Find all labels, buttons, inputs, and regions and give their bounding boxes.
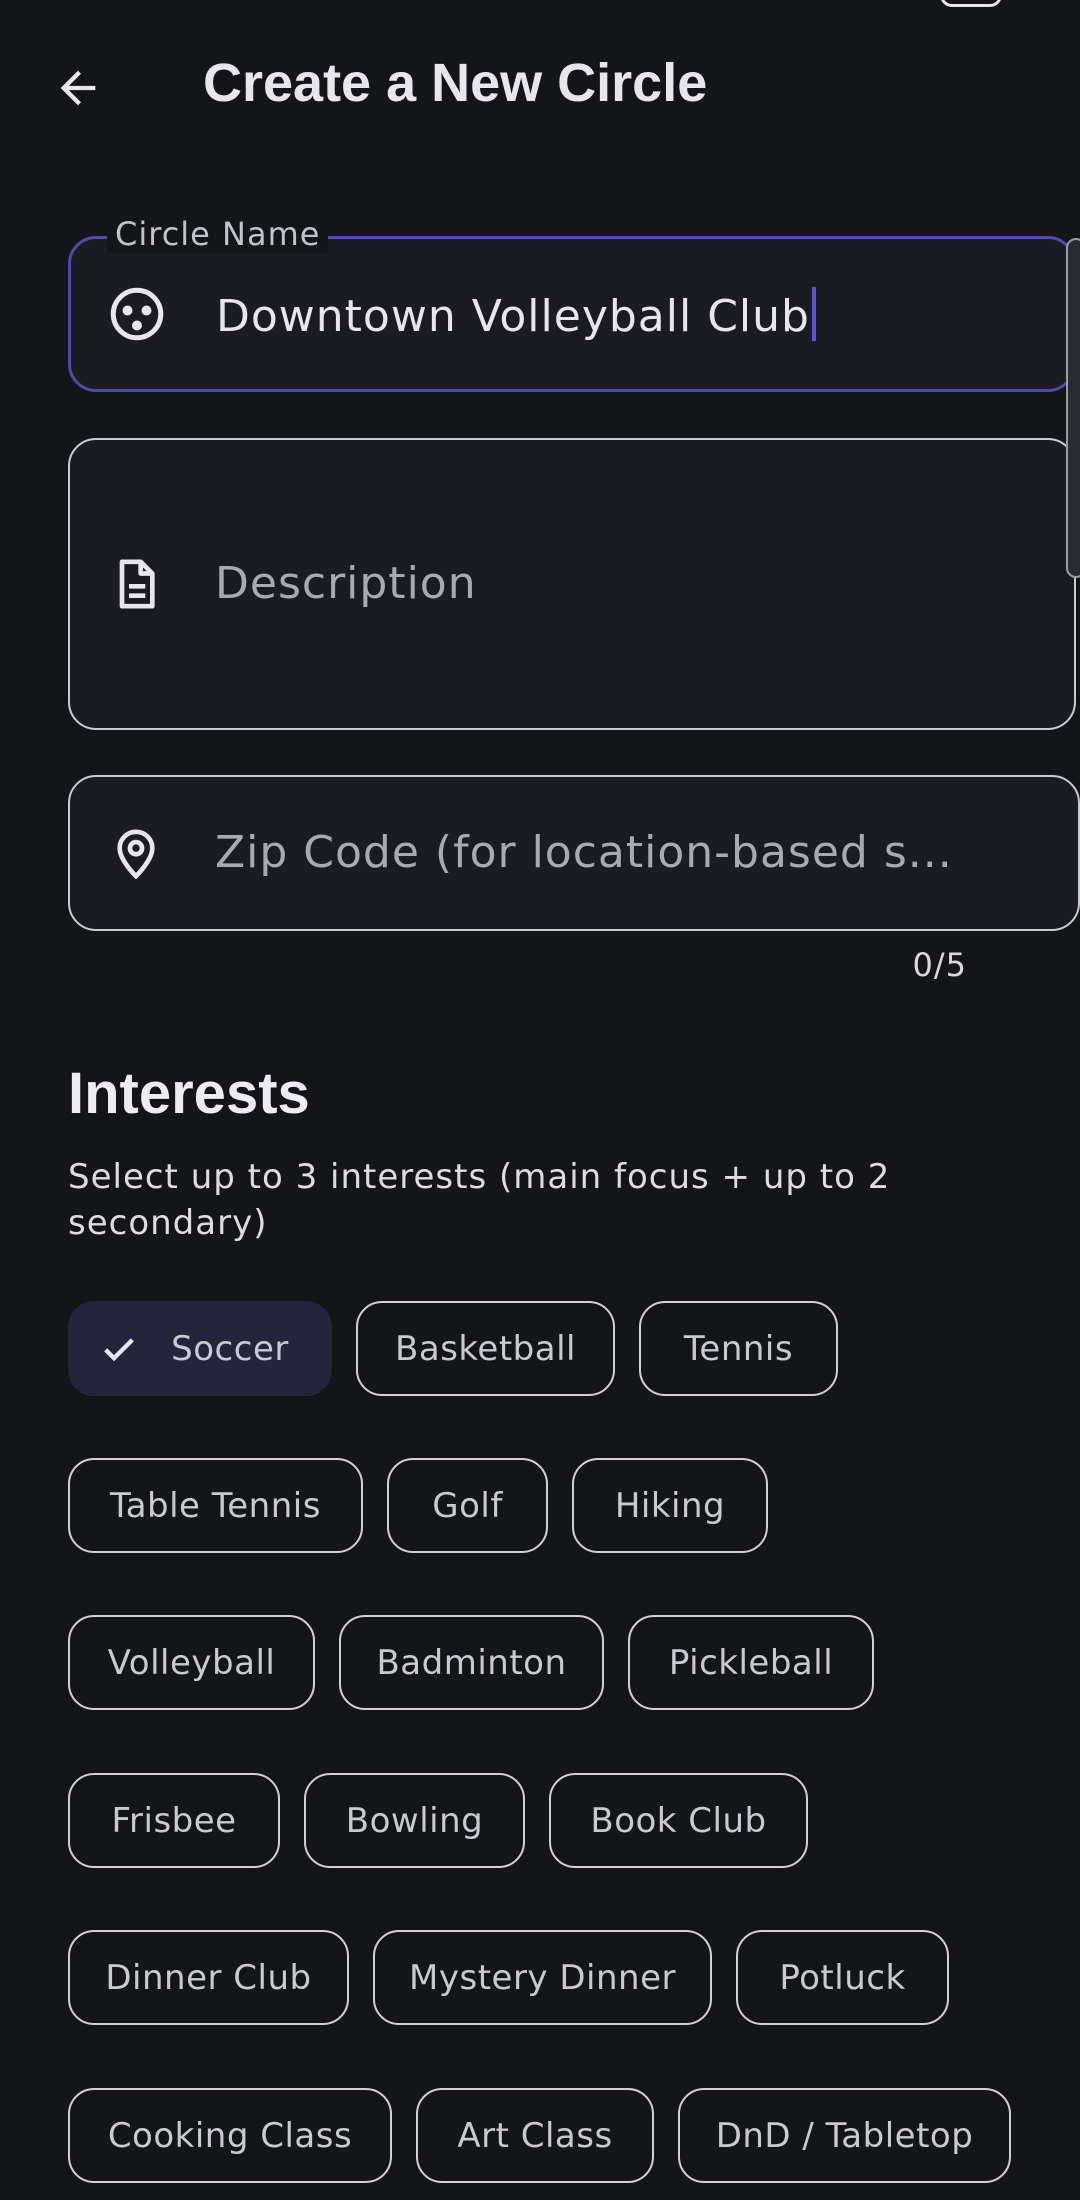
chip-label: Pickleball [668,1642,834,1683]
interests-description: Select up to 3 interests (main focus + u… [68,1157,891,1243]
chip-label: Soccer [171,1328,289,1369]
chip-soccer[interactable]: Soccer [68,1301,332,1396]
chip-golf[interactable]: Golf [387,1458,548,1553]
chip-label: Dinner Club [105,1957,312,1998]
chip-label: Volleyball [107,1642,276,1683]
chip-bowling[interactable]: Bowling [304,1773,525,1868]
description-field[interactable]: Description [68,438,1076,730]
circle-name-value: Downtown Volleyball Club [216,291,810,342]
document-icon [104,552,168,616]
chip-pickleball[interactable]: Pickleball [628,1615,874,1710]
chip-label: Basketball [395,1328,576,1369]
chip-label: Cooking Class [107,2115,353,2156]
interests-heading: Interests [68,1061,310,1126]
text-cursor [811,287,816,341]
chip-label: Table Tennis [110,1485,321,1526]
chip-row: Table Tennis Golf Hiking [68,1458,768,1553]
chip-hiking[interactable]: Hiking [572,1458,768,1553]
page-title: Create a New Circle [203,53,708,113]
chip-tennis[interactable]: Tennis [639,1301,838,1396]
zip-code-field[interactable]: Zip Code (for location-based s... [68,775,1080,931]
zip-code-counter: 0/5 [912,946,967,984]
chip-label: Hiking [614,1485,726,1526]
chip-label: Tennis [683,1328,794,1369]
chip-row: Cooking Class Art Class DnD / Tabletop [68,2088,1011,2183]
chip-label: Potluck [779,1957,906,1998]
chip-label: Mystery Dinner [409,1957,676,1998]
chip-table-tennis[interactable]: Table Tennis [68,1458,363,1553]
zip-code-placeholder: Zip Code (for location-based s... [215,827,953,878]
chip-label: Golf [432,1485,503,1526]
chip-basketball[interactable]: Basketball [356,1301,615,1396]
chip-label: Book Club [590,1800,767,1841]
location-pin-icon [104,822,168,886]
chip-label: Bowling [345,1800,484,1841]
chip-potluck[interactable]: Potluck [736,1930,949,2025]
chip-row: Frisbee Bowling Book Club [68,1773,808,1868]
chip-art-class[interactable]: Art Class [416,2088,654,2183]
chip-badminton[interactable]: Badminton [339,1615,604,1710]
circle-name-input[interactable]: Downtown Volleyball Club [216,287,1033,342]
chip-mystery-dinner[interactable]: Mystery Dinner [373,1930,712,2025]
chip-volleyball[interactable]: Volleyball [68,1615,315,1710]
circle-name-field[interactable]: Circle Name Downtown Volleyball Club [68,215,1076,392]
chip-label: Art Class [457,2115,613,2156]
top-app-bar: Create a New Circle [0,0,1080,176]
chip-label: Frisbee [111,1800,237,1841]
chip-dinner-club[interactable]: Dinner Club [68,1930,349,2025]
chip-label: DnD / Tabletop [715,2115,974,2156]
arrow-left-icon [52,62,104,118]
description-placeholder: Description [215,558,477,609]
chip-row: Soccer Basketball Tennis [68,1301,838,1396]
circle-dots-icon [105,282,169,346]
check-icon [99,1329,139,1369]
back-button[interactable] [46,58,110,122]
chip-frisbee[interactable]: Frisbee [68,1773,280,1868]
chip-dnd-tabletop[interactable]: DnD / Tabletop [678,2088,1011,2183]
chip-cooking-class[interactable]: Cooking Class [68,2088,392,2183]
chip-row: Volleyball Badminton Pickleball [68,1615,874,1710]
chip-row: Dinner Club Mystery Dinner Potluck [68,1930,949,2025]
scrollbar[interactable] [1066,238,1080,578]
chip-label: Badminton [376,1642,567,1683]
circle-name-label: Circle Name [107,215,329,253]
chip-book-club[interactable]: Book Club [549,1773,808,1868]
